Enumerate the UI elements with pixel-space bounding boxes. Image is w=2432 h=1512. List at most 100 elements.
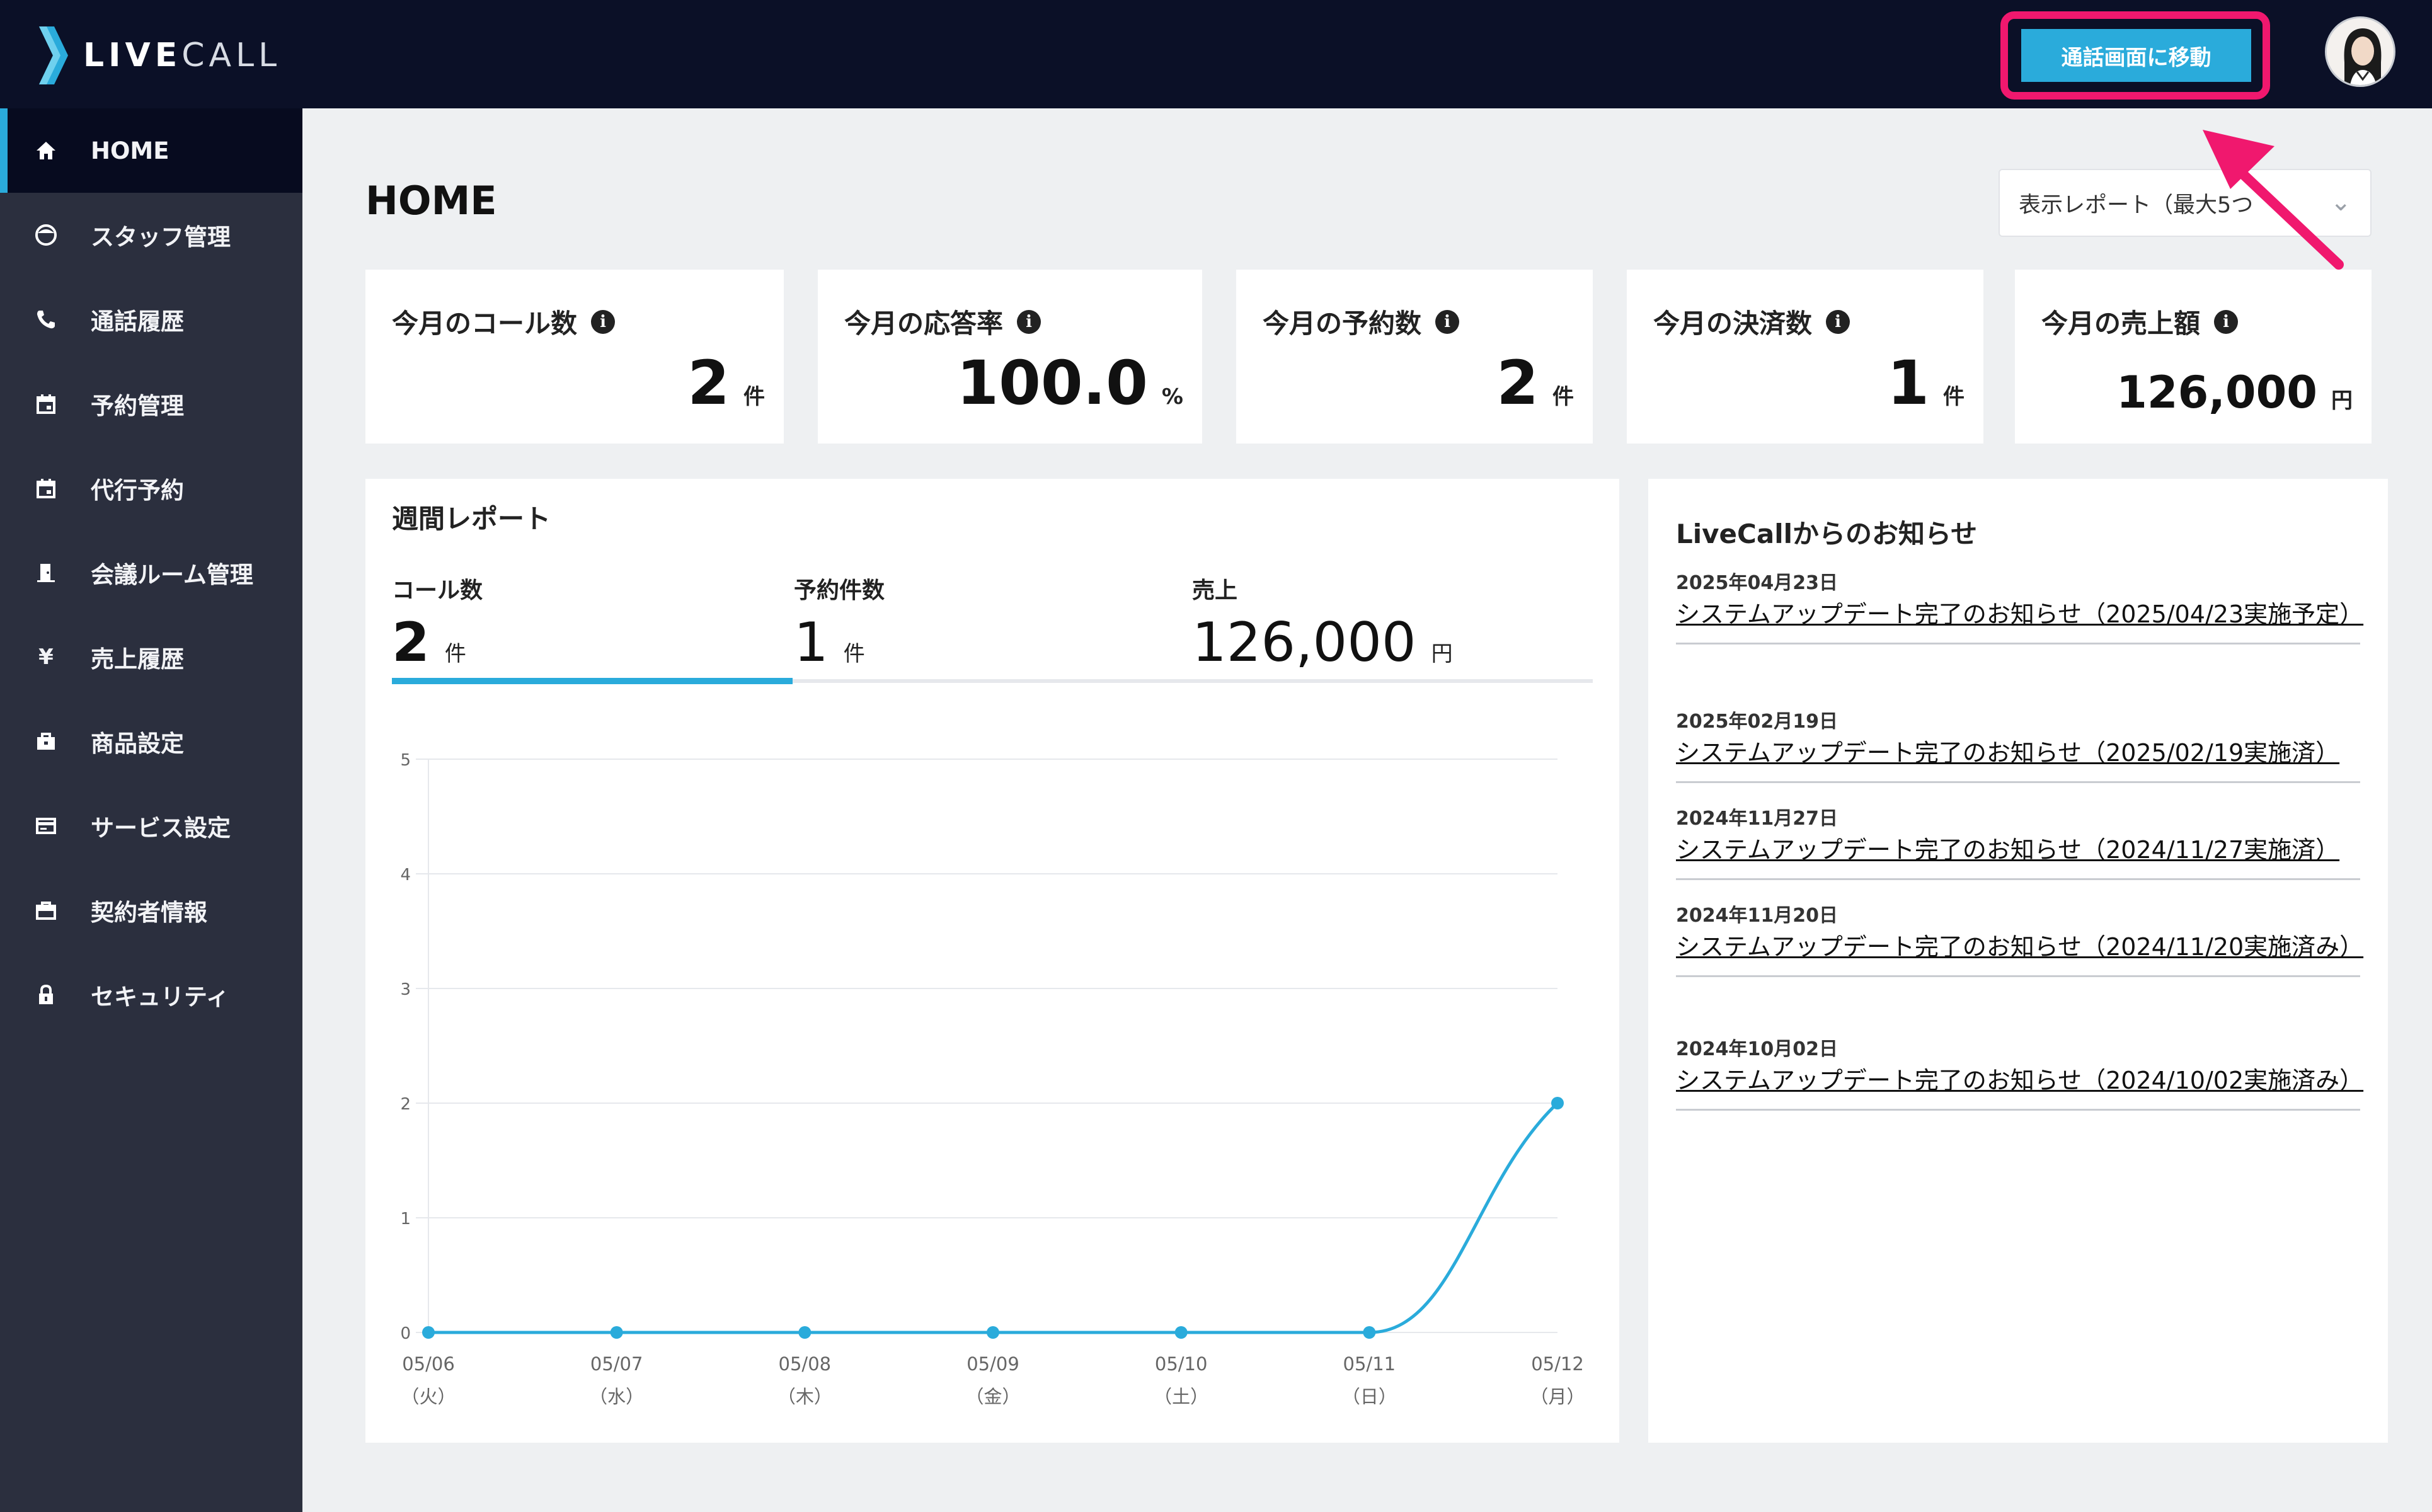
lock-icon	[33, 982, 59, 1008]
stat-label-text: 今月のコール数	[392, 308, 578, 339]
yen-icon: ¥	[38, 644, 54, 670]
info-icon[interactable]: i	[591, 309, 616, 334]
sidebar-item-contractor-info[interactable]: 契約者情報	[0, 868, 302, 953]
go-to-call-screen-button[interactable]: 通話画面に移動	[2021, 29, 2251, 82]
sidebar-item-label: 会議ルーム管理	[91, 561, 253, 588]
y-tick-label: 3	[400, 980, 411, 999]
x-tick-weekday-label: （金）	[965, 1386, 1020, 1407]
sidebar-item-label: 代行予約	[91, 477, 184, 504]
report-select-value: 表示レポート（最大5つ	[2019, 192, 2254, 218]
news-item: 2024年10月02日 システムアップデート完了のお知らせ（2024/10/02…	[1676, 1033, 2363, 1111]
news-link[interactable]: システムアップデート完了のお知らせ（2024/10/02実施済み）	[1676, 1062, 2363, 1109]
stat-value: 100.0%	[956, 348, 1183, 418]
sidebar-item-service-settings[interactable]: サービス設定	[0, 784, 302, 868]
stat-value: 126,000 円	[2116, 367, 2353, 418]
logo-text-live: LIVE	[83, 37, 182, 74]
sidebar-item-sales-history[interactable]: ¥ 売上履歴	[0, 615, 302, 699]
sidebar-item-label: スタッフ管理	[91, 224, 231, 251]
stat-label: 今月の決済数 i	[1653, 302, 1850, 341]
livecall-logo[interactable]: LIVECALL	[38, 25, 281, 86]
news-item: 2025年04月23日 システムアップデート完了のお知らせ（2025/04/23…	[1676, 567, 2363, 644]
metric-label: 予約件数	[794, 578, 885, 604]
news-link[interactable]: システムアップデート完了のお知らせ（2024/11/20実施済み）	[1676, 929, 2363, 975]
x-tick-weekday-label: （木）	[777, 1386, 832, 1407]
x-tick-weekday-label: （火）	[401, 1386, 456, 1407]
data-point	[1363, 1326, 1376, 1339]
stat-card-answer-rate: 今月の応答率 i 100.0%	[818, 270, 1202, 444]
info-icon[interactable]: i	[2214, 309, 2239, 334]
news-link[interactable]: システムアップデート完了のお知らせ（2024/11/27実施済）	[1676, 832, 2360, 878]
sidebar-item-label: 売上履歴	[91, 646, 184, 673]
x-tick-label: 05/12	[1531, 1353, 1584, 1375]
sidebar-item-label: 予約管理	[91, 392, 184, 420]
x-tick-label: 05/09	[966, 1353, 1019, 1375]
briefcase-icon	[33, 897, 59, 924]
stat-card-sales: 今月の売上額 i 126,000 円	[2015, 270, 2372, 444]
info-icon[interactable]: i	[1435, 309, 1460, 334]
stat-label-text: 今月の決済数	[1653, 308, 1813, 339]
stat-unit: 件	[743, 384, 765, 410]
y-tick-label: 1	[400, 1210, 411, 1228]
x-tick-label: 05/06	[402, 1353, 455, 1375]
news-link[interactable]: システムアップデート完了のお知らせ（2025/04/23実施予定）	[1676, 596, 2363, 643]
news-item: 2025年02月19日 システムアップデート完了のお知らせ（2025/02/19…	[1676, 706, 2360, 783]
calendar-icon	[33, 391, 59, 417]
sidebar-item-staff[interactable]: スタッフ管理	[0, 193, 302, 277]
door-icon	[33, 559, 59, 586]
metric-tab-calls[interactable]: コール数 2件	[392, 572, 483, 674]
weekly-report-panel: 週間レポート コール数 2件 予約件数 1件 売上 126,000 円 01234…	[365, 479, 1619, 1443]
logo-mark-icon	[38, 26, 69, 84]
metric-number: 126,000	[1192, 611, 1416, 674]
metric-label: 売上	[1192, 578, 1238, 604]
info-icon[interactable]: i	[1017, 309, 1041, 334]
sidebar-item-meeting-rooms[interactable]: 会議ルーム管理	[0, 530, 302, 615]
metric-tab-sales[interactable]: 売上 126,000 円	[1192, 572, 1453, 674]
stat-label: 今月の予約数 i	[1263, 302, 1460, 341]
stat-value: 1件	[1887, 348, 1965, 418]
sidebar-item-security[interactable]: セキュリティ	[0, 953, 302, 1037]
metric-value: 1件	[794, 611, 885, 674]
sidebar-item-reservations[interactable]: 予約管理	[0, 362, 302, 446]
top-bar: LIVECALL 通話画面に移動	[0, 0, 2432, 108]
x-tick-weekday-label: （日）	[1342, 1386, 1397, 1407]
info-icon[interactable]: i	[1826, 309, 1850, 334]
x-tick-label: 05/07	[590, 1353, 643, 1375]
metric-number: 1	[794, 611, 829, 674]
sidebar-item-call-history[interactable]: 通話履歴	[0, 277, 302, 362]
x-tick-weekday-label: （月）	[1530, 1386, 1585, 1407]
weekly-line-chart: 0 1 2 3 4 5 05/06 （火） 05/07 （水） 05/08 （木） 05/09 （金） 05…	[400, 751, 1585, 1407]
logo-text: LIVECALL	[83, 37, 281, 74]
sidebar-item-label: 商品設定	[91, 730, 184, 757]
sidebar-item-label: 契約者情報	[91, 899, 207, 926]
metric-value: 126,000 円	[1192, 611, 1453, 674]
x-tick-label: 05/10	[1155, 1353, 1208, 1375]
stat-number: 100.0	[956, 348, 1148, 418]
data-point	[610, 1326, 623, 1339]
x-tick-label: 05/11	[1343, 1353, 1396, 1375]
metric-unit: 件	[843, 641, 865, 667]
news-title: LiveCallからのお知らせ	[1676, 518, 1978, 549]
news-link[interactable]: システムアップデート完了のお知らせ（2025/02/19実施済）	[1676, 735, 2360, 781]
calendar-plus-icon	[33, 475, 59, 501]
metric-tab-reservations[interactable]: 予約件数 1件	[794, 572, 885, 674]
stat-card-reservations: 今月の予約数 i 2件	[1236, 270, 1593, 444]
tab-underline-active	[392, 678, 793, 684]
stat-unit: 件	[1552, 384, 1574, 410]
report-display-select[interactable]: 表示レポート（最大5つ ⌄	[1999, 169, 2372, 237]
stat-number: 1	[1887, 348, 1929, 418]
home-icon	[33, 137, 59, 164]
sidebar-item-product-settings[interactable]: 商品設定	[0, 699, 302, 784]
sidebar: HOME スタッフ管理 通話履歴 予約管理 代行予約 会議ルーム管理 ¥ 売上履…	[0, 108, 302, 1512]
sidebar-item-label: サービス設定	[91, 815, 231, 842]
sidebar-item-home[interactable]: HOME	[0, 108, 302, 193]
sidebar-item-proxy-reservation[interactable]: 代行予約	[0, 446, 302, 530]
page-title: HOME	[365, 178, 497, 224]
stat-unit: 円	[2331, 388, 2353, 413]
stat-unit: 件	[1943, 384, 1965, 410]
user-avatar[interactable]	[2325, 16, 2395, 87]
chevron-down-icon: ⌄	[2330, 188, 2351, 217]
stat-number: 2	[687, 348, 730, 418]
sidebar-item-label: セキュリティ	[91, 983, 229, 1011]
stat-label-text: 今月の予約数	[1263, 308, 1422, 339]
x-tick-weekday-label: （水）	[589, 1386, 644, 1407]
